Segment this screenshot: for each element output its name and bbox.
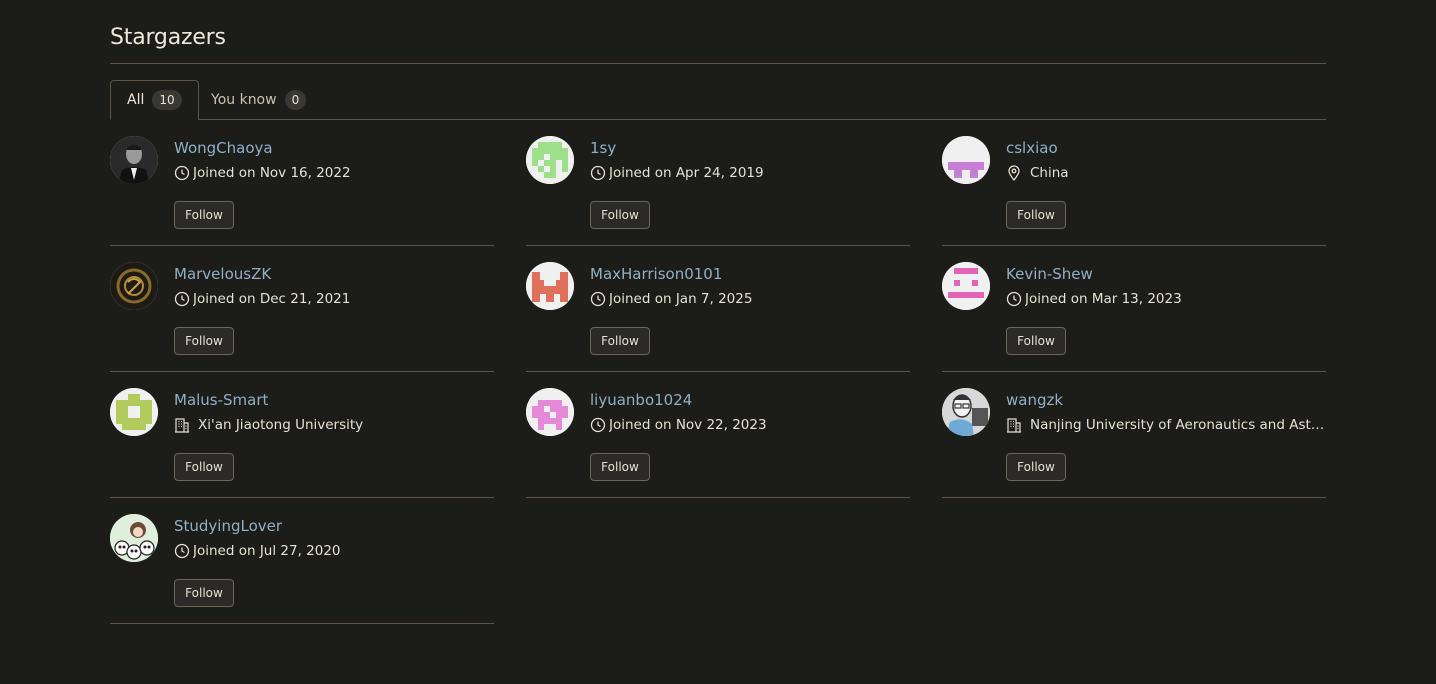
avatar[interactable]: [110, 388, 158, 436]
user-meta-text: Nanjing University of Aeronautics and As…: [1030, 417, 1326, 433]
user-meta: Nanjing University of Aeronautics and As…: [1006, 417, 1326, 433]
username-link[interactable]: MaxHarrison0101: [590, 265, 722, 283]
user-meta: China: [1006, 165, 1326, 181]
avatar[interactable]: [942, 136, 990, 184]
follow-button[interactable]: Follow: [590, 453, 650, 481]
user-meta-text: Xi'an Jiaotong University: [198, 417, 364, 433]
title-divider: [110, 63, 1326, 64]
card-divider: [942, 497, 1326, 498]
follow-button[interactable]: Follow: [1006, 201, 1066, 229]
user-meta: Joined on Apr 24, 2019: [590, 165, 910, 181]
avatar[interactable]: [110, 136, 158, 184]
user-meta: Joined on Nov 22, 2023: [590, 417, 910, 433]
user-card: 1sy Joined on Apr 24, 2019 Follow: [526, 120, 910, 246]
user-card: Malus-Smart Xi'an Jiaotong University Fo…: [110, 372, 494, 498]
avatar[interactable]: [942, 388, 990, 436]
user-meta-text: China: [1030, 165, 1069, 181]
username-link[interactable]: 1sy: [590, 139, 616, 157]
user-card: wangzk Nanjing University of Aeronautics…: [942, 372, 1326, 498]
user-meta: Joined on Nov 16, 2022: [174, 165, 494, 181]
follow-button[interactable]: Follow: [174, 579, 234, 607]
avatar[interactable]: [942, 262, 990, 310]
avatar[interactable]: [526, 262, 574, 310]
username-link[interactable]: Kevin-Shew: [1006, 265, 1093, 283]
card-divider: [526, 497, 910, 498]
clock-icon: [174, 543, 190, 559]
tab-all-count: 10: [152, 90, 182, 110]
user-meta-text: Joined on Jul 27, 2020: [193, 543, 341, 559]
user-meta: Joined on Jan 7, 2025: [590, 291, 910, 307]
user-card: MaxHarrison0101 Joined on Jan 7, 2025 Fo…: [526, 246, 910, 372]
user-meta-text: Joined on Nov 16, 2022: [193, 165, 351, 181]
follow-button[interactable]: Follow: [590, 201, 650, 229]
avatar[interactable]: [110, 262, 158, 310]
user-meta: Xi'an Jiaotong University: [174, 417, 494, 433]
user-card: WongChaoya Joined on Nov 16, 2022 Follow: [110, 120, 494, 246]
card-divider: [110, 623, 494, 624]
clock-icon: [174, 165, 190, 181]
user-card: liyuanbo1024 Joined on Nov 22, 2023 Foll…: [526, 372, 910, 498]
user-card: StudyingLover Joined on Jul 27, 2020 Fol…: [110, 498, 494, 624]
avatar[interactable]: [526, 136, 574, 184]
tab-you-know[interactable]: You know 0: [195, 80, 322, 120]
clock-icon: [174, 291, 190, 307]
username-link[interactable]: wangzk: [1006, 391, 1063, 409]
avatar[interactable]: [526, 388, 574, 436]
building-icon: [175, 418, 189, 433]
building-icon: [1007, 418, 1021, 433]
tab-you-know-label: You know: [211, 92, 277, 108]
user-meta-text: Joined on Apr 24, 2019: [609, 165, 764, 181]
user-meta: Joined on Dec 21, 2021: [174, 291, 494, 307]
user-card: Kevin-Shew Joined on Mar 13, 2023 Follow: [942, 246, 1326, 372]
clock-icon: [1006, 291, 1022, 307]
user-card: cslxiao China Follow: [942, 120, 1326, 246]
tab-bar: All 10 You know 0: [110, 80, 1326, 120]
username-link[interactable]: cslxiao: [1006, 139, 1058, 157]
clock-icon: [590, 165, 606, 181]
clock-icon: [590, 291, 606, 307]
tab-all-label: All: [127, 92, 145, 108]
location-icon: [1008, 165, 1020, 181]
username-link[interactable]: MarvelousZK: [174, 265, 271, 283]
follow-button[interactable]: Follow: [174, 453, 234, 481]
username-link[interactable]: Malus-Smart: [174, 391, 268, 409]
username-link[interactable]: liyuanbo1024: [590, 391, 692, 409]
user-meta-text: Joined on Jan 7, 2025: [609, 291, 753, 307]
username-link[interactable]: StudyingLover: [174, 517, 282, 535]
user-meta: Joined on Jul 27, 2020: [174, 543, 494, 559]
user-meta: Joined on Mar 13, 2023: [1006, 291, 1326, 307]
page-title: Stargazers: [110, 25, 226, 50]
user-meta-text: Joined on Dec 21, 2021: [193, 291, 351, 307]
username-link[interactable]: WongChaoya: [174, 139, 273, 157]
tab-you-know-count: 0: [284, 90, 307, 110]
avatar[interactable]: [110, 514, 158, 562]
follow-button[interactable]: Follow: [1006, 453, 1066, 481]
clock-icon: [590, 417, 606, 433]
follow-button[interactable]: Follow: [174, 201, 234, 229]
tab-all[interactable]: All 10: [110, 80, 199, 120]
follow-button[interactable]: Follow: [590, 327, 650, 355]
user-meta-text: Joined on Nov 22, 2023: [609, 417, 767, 433]
follow-button[interactable]: Follow: [1006, 327, 1066, 355]
user-meta-text: Joined on Mar 13, 2023: [1025, 291, 1182, 307]
user-card: MarvelousZK Joined on Dec 21, 2021 Follo…: [110, 246, 494, 372]
follow-button[interactable]: Follow: [174, 327, 234, 355]
